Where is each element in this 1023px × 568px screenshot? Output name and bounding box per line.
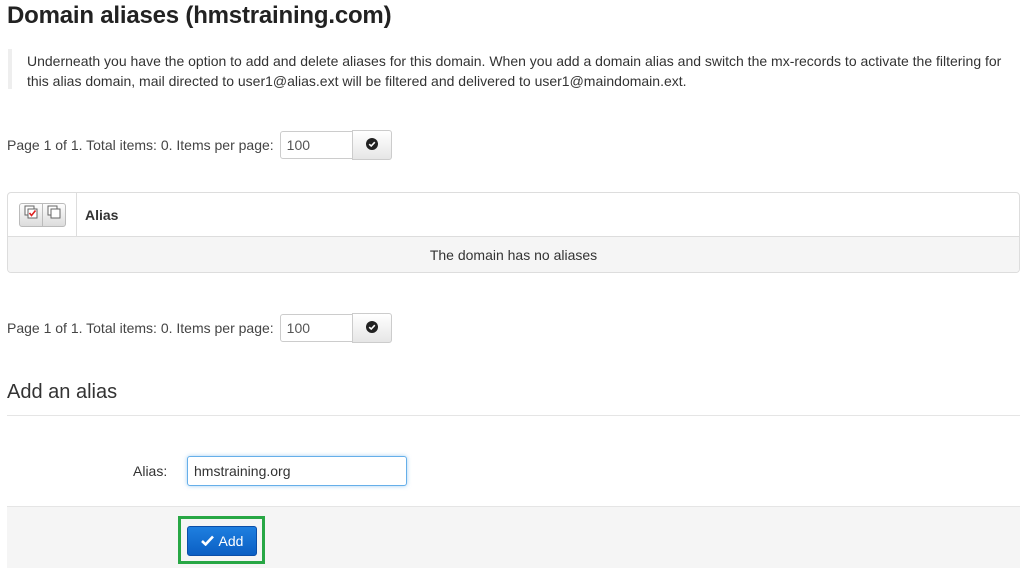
column-header-alias[interactable]: Alias xyxy=(77,193,118,236)
items-per-page-input[interactable]: 100 xyxy=(279,314,353,342)
items-per-page-apply-button[interactable] xyxy=(351,313,392,343)
select-none-button[interactable] xyxy=(41,202,66,227)
empty-message: The domain has no aliases xyxy=(8,237,1019,272)
check-circle-icon xyxy=(365,137,378,153)
section-divider xyxy=(7,415,1020,416)
pager-top: Page 1 of 1. Total items: 0. Items per p… xyxy=(7,130,392,160)
pager-bottom: Page 1 of 1. Total items: 0. Items per p… xyxy=(7,313,392,343)
form-actions-bar xyxy=(7,506,1020,568)
check-circle-icon xyxy=(365,320,378,336)
add-button-label: Add xyxy=(218,533,244,549)
selection-buttons xyxy=(18,202,66,227)
items-per-page-apply-button[interactable] xyxy=(351,130,392,160)
alias-field-label: Alias: xyxy=(133,463,168,479)
table-header-row: Alias xyxy=(8,193,1019,237)
pager-label: Page 1 of 1. Total items: 0. Items per p… xyxy=(7,320,274,336)
add-alias-section-title: Add an alias xyxy=(7,381,118,403)
alias-input[interactable] xyxy=(187,456,407,486)
add-button[interactable]: Add xyxy=(187,526,257,556)
pager-label: Page 1 of 1. Total items: 0. Items per p… xyxy=(7,137,274,153)
select-all-button[interactable] xyxy=(18,202,43,227)
check-all-icon xyxy=(24,205,38,224)
items-per-page-input[interactable]: 100 xyxy=(279,131,353,159)
checkmark-icon xyxy=(200,533,214,549)
uncheck-all-icon xyxy=(47,205,61,224)
page-title: Domain aliases (hmstraining.com) xyxy=(7,2,392,29)
selection-header xyxy=(8,193,77,236)
intro-text: Underneath you have the option to add an… xyxy=(8,49,1020,89)
aliases-table: Alias The domain has no aliases xyxy=(7,192,1020,273)
